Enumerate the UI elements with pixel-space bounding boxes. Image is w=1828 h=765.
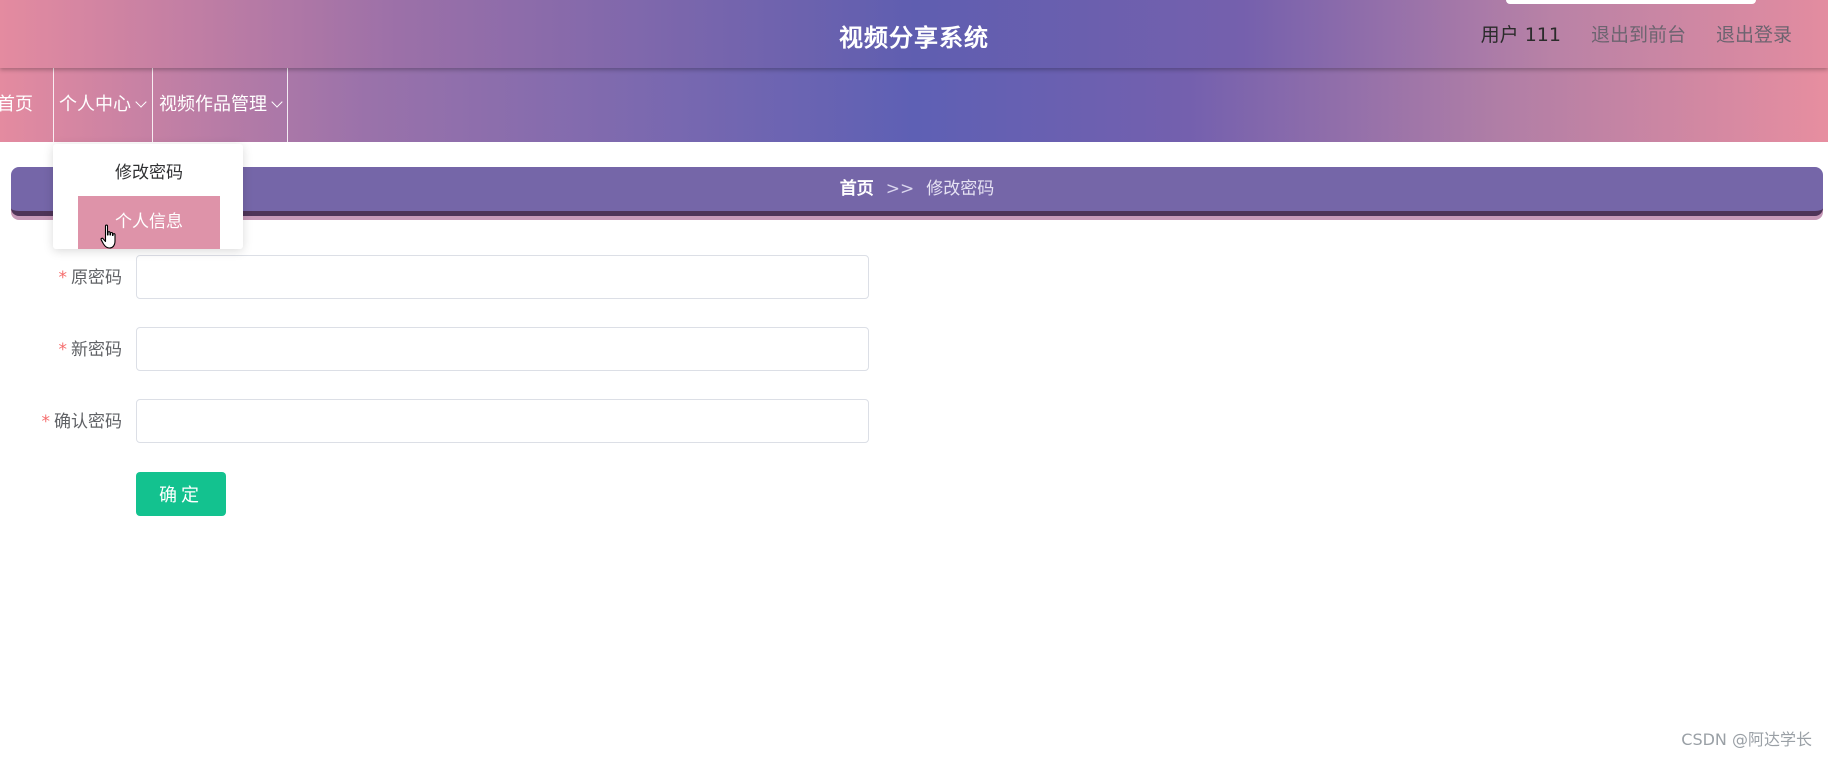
nav-item-video-management[interactable]: 视频作品管理	[159, 68, 283, 142]
nav-item-home[interactable]: 首页	[0, 68, 33, 142]
new-password-input[interactable]	[136, 327, 869, 371]
required-mark: *	[58, 268, 68, 288]
nav-divider	[287, 68, 288, 142]
main-nav: 首页 个人中心 视频作品管理	[0, 68, 1828, 142]
nav-item-video-management-label: 视频作品管理	[159, 94, 267, 115]
breadcrumb-home[interactable]: 首页	[840, 179, 874, 199]
required-mark: *	[41, 412, 51, 432]
chevron-down-icon	[271, 96, 283, 108]
form-row-confirm-password: * 确认密码	[0, 399, 900, 445]
breadcrumb-separator: >>	[885, 179, 915, 199]
watermark: CSDN @阿达学长	[1681, 730, 1812, 749]
old-password-label-text: 原密码	[71, 268, 122, 288]
nav-item-personal-center-label: 个人中心	[59, 94, 131, 115]
personal-center-dropdown: 修改密码 个人信息	[53, 144, 243, 249]
form-row-old-password: * 原密码	[0, 255, 900, 301]
confirm-password-label-text: 确认密码	[54, 412, 122, 432]
nav-divider	[152, 68, 153, 142]
nav-item-home-label: 首页	[0, 94, 33, 115]
hand-pointer-icon	[100, 224, 116, 249]
new-password-label: * 新密码	[59, 327, 123, 373]
header-actions: 用户 111 退出到前台 退出登录	[1481, 20, 1792, 47]
nav-divider	[53, 68, 54, 142]
nav-item-personal-center[interactable]: 个人中心	[59, 68, 147, 142]
confirm-password-label: * 确认密码	[42, 399, 123, 445]
form-row-new-password: * 新密码	[0, 327, 900, 373]
submit-button[interactable]: 确定	[136, 472, 226, 516]
new-password-label-text: 新密码	[71, 340, 122, 360]
confirm-password-input[interactable]	[136, 399, 869, 443]
old-password-input[interactable]	[136, 255, 869, 299]
breadcrumb-current: 修改密码	[926, 179, 995, 199]
chevron-down-icon	[135, 96, 147, 108]
old-password-label: * 原密码	[59, 255, 123, 301]
logout-link[interactable]: 退出登录	[1716, 20, 1792, 47]
dropdown-item-change-password[interactable]: 修改密码	[78, 158, 220, 188]
breadcrumb: 首页 >> 修改密码	[11, 167, 1823, 216]
back-to-frontend-link[interactable]: 退出到前台	[1591, 20, 1686, 47]
user-label: 用户 111	[1480, 24, 1561, 46]
required-mark: *	[58, 340, 68, 360]
top-header: 视频分享系统 用户 111 退出到前台 退出登录	[0, 0, 1828, 68]
header-popup-edge	[1506, 0, 1756, 4]
